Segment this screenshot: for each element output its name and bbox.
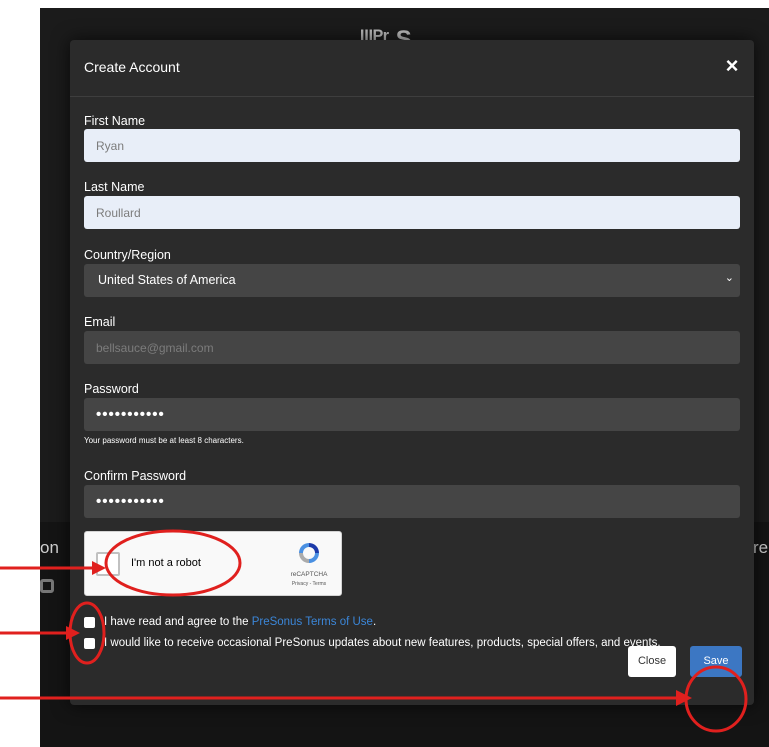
password-hint: Your password must be at least 8 charact… [84, 436, 244, 445]
background-text-right: re [753, 538, 769, 557]
updates-checkbox[interactable] [84, 638, 95, 649]
terms-text: I have read and agree to the PreSonus Te… [104, 616, 376, 628]
first-name-label: First Name [84, 114, 146, 128]
recaptcha-checkbox[interactable] [96, 552, 120, 576]
terms-of-use-link[interactable]: PreSonus Terms of Use [252, 616, 373, 628]
last-name-label: Last Name [84, 180, 145, 194]
background-text-left: on [40, 538, 59, 557]
terms-text-suffix: . [372, 616, 377, 628]
country-label: Country/Region [84, 248, 171, 262]
modal-header: Create Account × [70, 40, 754, 97]
recaptcha-widget: I'm not a robot reCAPTCHA Privacy - Term… [84, 531, 342, 596]
updates-text: I would like to receive occasional PreSo… [104, 637, 661, 649]
recaptcha-label: I'm not a robot [131, 557, 201, 569]
terms-text-prefix: I have read and agree to the [104, 616, 252, 628]
password-input[interactable] [84, 398, 740, 431]
background-app-icon [40, 579, 54, 593]
country-select-value: United States of America [98, 273, 236, 287]
create-account-modal: Create Account × First Name Last Name Co… [70, 40, 754, 705]
close-icon[interactable]: × [722, 54, 742, 78]
close-button[interactable]: Close [628, 646, 676, 677]
recaptcha-brand: reCAPTCHA [290, 571, 328, 578]
chevron-down-icon: ⌄ [724, 272, 734, 284]
recaptcha-logo-icon [299, 543, 319, 563]
confirm-password-input[interactable] [84, 485, 740, 518]
password-label: Password [84, 382, 139, 396]
confirm-password-label: Confirm Password [84, 469, 187, 483]
country-select[interactable]: United States of America ⌄ [84, 264, 740, 297]
first-name-input[interactable] [84, 129, 740, 162]
email-input[interactable] [84, 331, 740, 364]
save-button[interactable]: Save [690, 646, 742, 677]
last-name-input[interactable] [84, 196, 740, 229]
recaptcha-links[interactable]: Privacy - Terms [281, 581, 337, 587]
terms-checkbox[interactable] [84, 617, 95, 628]
modal-title: Create Account [84, 59, 180, 75]
email-label: Email [84, 315, 116, 329]
